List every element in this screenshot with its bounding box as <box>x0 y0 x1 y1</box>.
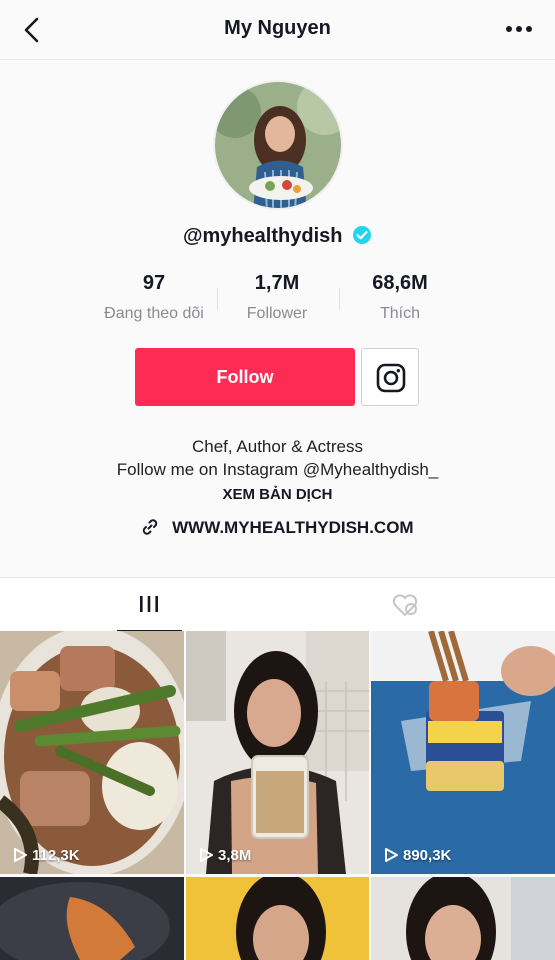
grid-icon <box>140 596 158 612</box>
handle-row: @myhealthydish <box>0 225 555 248</box>
play-icon <box>14 847 27 862</box>
tab-videos[interactable] <box>117 578 182 632</box>
stat-followers[interactable]: 1,7M Follower <box>207 272 347 323</box>
video-thumbnail[interactable]: 890,3K <box>371 631 555 874</box>
likes-count: 68,6M <box>372 272 428 294</box>
link-icon <box>143 519 158 535</box>
instagram-icon <box>376 363 406 393</box>
top-bar: My Nguyen <box>0 0 555 60</box>
followers-label: Follower <box>246 305 308 322</box>
likes-label: Thích <box>379 305 420 322</box>
video-thumbnail[interactable]: 112,3K <box>0 631 184 874</box>
page-title: My Nguyen <box>224 17 331 39</box>
instagram-button[interactable] <box>361 348 419 406</box>
more-options-icon[interactable] <box>503 17 535 41</box>
video-thumbnail[interactable] <box>186 877 369 960</box>
content-tabs <box>0 577 555 632</box>
bio-line-2: Follow me on Instagram @Myhealthydish_ <box>116 460 439 479</box>
website-url: WWW.MYHEALTHYDISH.COM <box>172 518 414 537</box>
play-icon <box>385 847 398 862</box>
view-count: 112,3K <box>12 847 80 864</box>
video-grid: 112,3K 3,8M 890,3K <box>0 631 555 960</box>
bio: Chef, Author & Actress Follow me on Inst… <box>0 435 555 481</box>
video-thumbnail[interactable]: 3,8M <box>186 631 369 874</box>
video-thumbnail[interactable] <box>0 877 184 960</box>
following-label: Đang theo dõi <box>104 305 204 322</box>
liked-hidden-icon[interactable] <box>390 590 420 620</box>
stat-likes: 68,6M Thích <box>330 272 470 323</box>
view-count: 3,8M <box>198 847 251 864</box>
follow-button[interactable]: Follow <box>135 348 355 406</box>
website-link[interactable]: WWW.MYHEALTHYDISH.COM <box>0 518 555 538</box>
stat-following[interactable]: 97 Đang theo dõi <box>84 272 224 323</box>
translate-button[interactable]: XEM BẢN DỊCH <box>0 486 555 503</box>
verified-badge-icon <box>353 225 372 244</box>
video-thumbnail[interactable] <box>371 877 555 960</box>
view-count: 890,3K <box>383 847 451 864</box>
avatar[interactable] <box>213 80 343 210</box>
following-count: 97 <box>142 272 166 294</box>
bio-line-1: Chef, Author & Actress <box>191 437 364 456</box>
play-icon <box>200 847 213 862</box>
stats-row: 97 Đang theo dõi 1,7M Follower 68,6M Thí… <box>0 272 555 332</box>
followers-count: 1,7M <box>254 272 300 294</box>
username: @myhealthydish <box>182 225 343 247</box>
